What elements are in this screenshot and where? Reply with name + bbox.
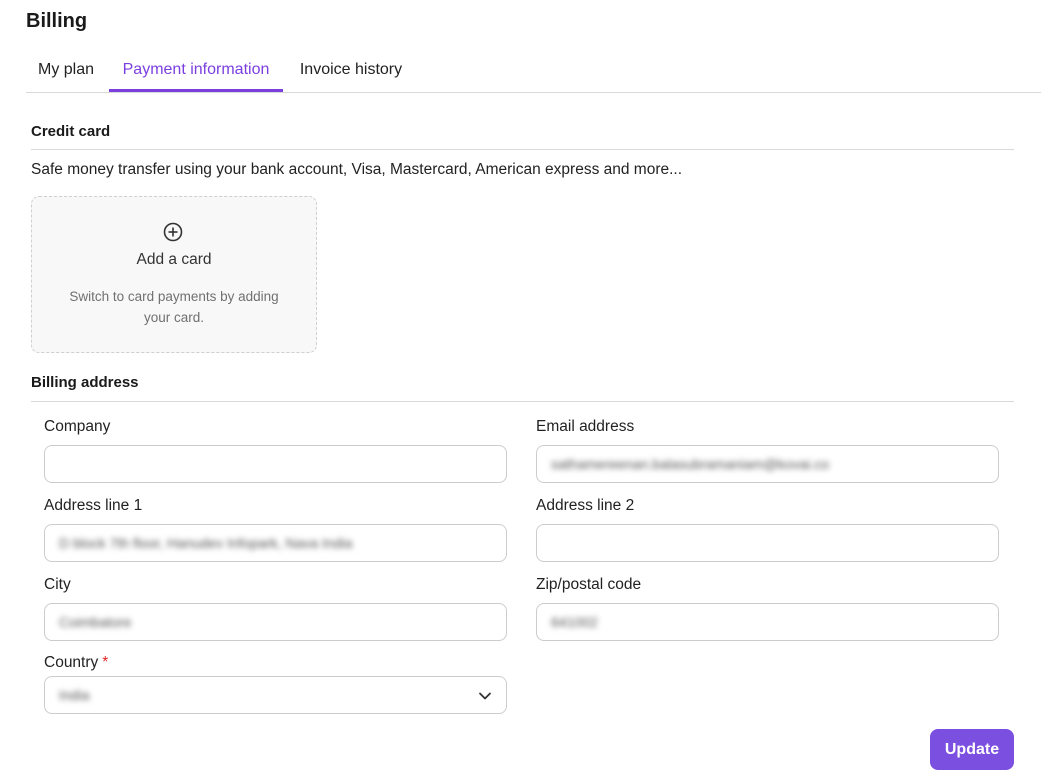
zip-input[interactable]: 641002 [536, 603, 999, 641]
tab-bar: My plan Payment information Invoice hist… [26, 52, 1041, 93]
company-label: Company [44, 418, 111, 435]
city-value: Coimbatore [59, 614, 132, 630]
page-title: Billing [26, 10, 88, 32]
credit-card-description: Safe money transfer using your bank acco… [31, 161, 683, 178]
company-input[interactable] [44, 445, 507, 483]
add-card-button[interactable]: Add a card Switch to card payments by ad… [31, 196, 317, 353]
country-label: Country * [44, 654, 108, 672]
billing-address-section-title: Billing address [31, 374, 139, 391]
address-line-2-input[interactable] [536, 524, 999, 562]
credit-card-divider [31, 149, 1014, 150]
country-value: India [59, 687, 90, 703]
email-input[interactable]: sathamereenan.balasubramaniam@kovai.co [536, 445, 999, 483]
update-button[interactable]: Update [930, 729, 1014, 770]
city-label: City [44, 576, 71, 593]
add-card-hint: Switch to card payments by adding your c… [69, 289, 279, 325]
credit-card-section-title: Credit card [31, 123, 111, 140]
tab-invoice-history[interactable]: Invoice history [292, 52, 410, 90]
zip-label: Zip/postal code [536, 576, 642, 593]
email-value: sathamereenan.balasubramaniam@kovai.co [551, 456, 830, 472]
address-line-1-input[interactable]: D block 7th floor, Hanudev Infopark, Nav… [44, 524, 507, 562]
plus-circle-icon [163, 222, 183, 242]
tab-my-plan[interactable]: My plan [26, 52, 106, 90]
add-card-label: Add a card [136, 251, 212, 268]
billing-address-divider [31, 401, 1014, 402]
country-label-text: Country [44, 654, 99, 671]
address-line-2-label: Address line 2 [536, 497, 635, 514]
address-line-1-label: Address line 1 [44, 497, 143, 514]
country-select[interactable]: India [44, 676, 507, 714]
required-mark: * [102, 654, 109, 671]
tab-payment-information[interactable]: Payment information [109, 52, 283, 92]
address-line-1-value: D block 7th floor, Hanudev Infopark, Nav… [59, 535, 353, 551]
email-label: Email address [536, 418, 635, 435]
city-input[interactable]: Coimbatore [44, 603, 507, 641]
chevron-down-icon [479, 692, 491, 700]
zip-value: 641002 [551, 614, 598, 630]
